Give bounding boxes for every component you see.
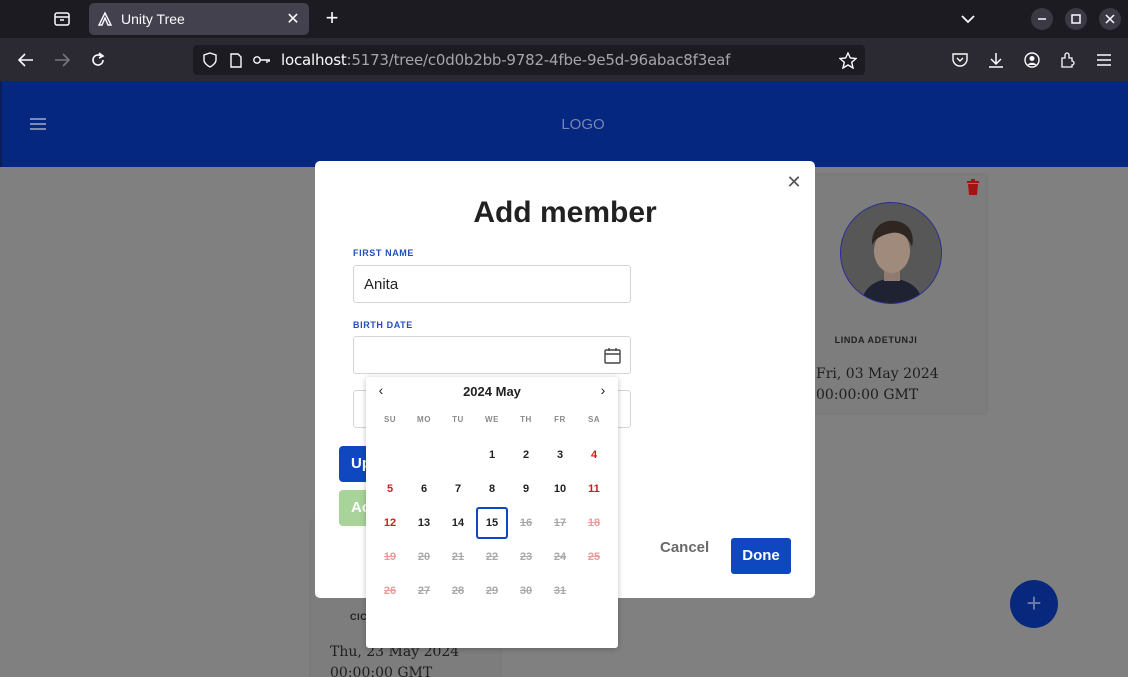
calendar-day: 29	[485, 585, 499, 597]
calendar-day[interactable]: 10	[544, 473, 576, 505]
modal-title: Add member	[473, 196, 657, 229]
calendar-day: 30	[519, 585, 533, 597]
weekday-header: MO	[417, 415, 431, 424]
calendar-day: 27	[417, 585, 431, 597]
member-avatar	[840, 202, 942, 304]
browser-tab[interactable]: Unity Tree ✕	[89, 3, 309, 35]
calendar-day: 18	[587, 517, 601, 529]
tab-overflow-chevron-icon[interactable]	[956, 7, 980, 31]
calendar-month-year: 2024 May	[463, 384, 521, 399]
birth-date-label: BIRTH DATE	[353, 320, 413, 330]
forward-icon[interactable]	[50, 48, 74, 72]
calendar-day[interactable]: 12	[374, 507, 406, 539]
tab-favicon-icon	[97, 11, 113, 26]
weekday-header: TH	[520, 415, 532, 424]
weekday-header: SU	[383, 415, 397, 424]
calendar-day[interactable]: 2	[510, 439, 542, 471]
delete-trash-icon[interactable]	[966, 179, 980, 195]
member-card-right[interactable]: LINDA ADETUNJI Fri, 03 May 2024 00:00:00…	[786, 175, 986, 413]
bookmark-star-icon[interactable]	[838, 50, 858, 70]
done-button[interactable]: Done	[731, 538, 791, 574]
extensions-icon[interactable]	[1056, 48, 1080, 72]
page-icon[interactable]	[227, 51, 245, 69]
weekday-header: TU	[452, 415, 464, 424]
page-content: LOGO LINDA ADETUNJI Fri, 03 May 2024 00:…	[0, 81, 1128, 677]
calendar-day: 21	[451, 551, 465, 563]
first-name-label: FIRST NAME	[353, 248, 414, 258]
maximize-icon[interactable]	[1065, 8, 1087, 30]
calendar-day: 24	[553, 551, 567, 563]
calendar-day[interactable]: 13	[408, 507, 440, 539]
url-bar[interactable]: localhost:5173/tree/c0d0b2bb-9782-4fbe-9…	[193, 45, 865, 75]
calendar-day[interactable]: 4	[578, 439, 610, 471]
close-window-icon[interactable]	[1099, 8, 1121, 30]
calendar-day: 25	[587, 551, 601, 563]
close-modal-icon[interactable]: ✕	[786, 173, 802, 191]
shield-icon[interactable]	[201, 51, 219, 69]
key-icon[interactable]	[253, 51, 271, 69]
calendar-day: 19	[383, 551, 397, 563]
account-icon[interactable]	[1020, 48, 1044, 72]
member-date-line2: 00:00:00 GMT	[330, 665, 433, 677]
weekday-header: FR	[554, 415, 566, 424]
app-logo: LOGO	[561, 116, 605, 133]
calendar-day[interactable]: 15	[476, 507, 508, 539]
calendar-day[interactable]: 11	[578, 473, 610, 505]
minimize-icon[interactable]	[1031, 8, 1053, 30]
calendar-day: 16	[519, 517, 533, 529]
member-date-line2: 00:00:00 GMT	[816, 387, 919, 403]
browser-tab-bar: Unity Tree ✕ +	[0, 0, 1128, 38]
first-name-input[interactable]: Anita	[353, 265, 631, 303]
next-month-icon[interactable]: ›	[595, 382, 611, 398]
pocket-icon[interactable]	[948, 48, 972, 72]
member-name: CIC	[350, 612, 368, 622]
add-member-fab[interactable]: +	[1010, 580, 1058, 628]
first-name-value: Anita	[364, 275, 399, 293]
back-icon[interactable]	[14, 48, 38, 72]
calendar-day[interactable]: 7	[442, 473, 474, 505]
calendar-day: 26	[383, 585, 397, 597]
calendar-icon[interactable]	[604, 347, 621, 364]
birth-date-input[interactable]	[353, 336, 631, 374]
calendar-day: 28	[451, 585, 465, 597]
calendar-day[interactable]: 9	[510, 473, 542, 505]
url-text[interactable]: localhost:5173/tree/c0d0b2bb-9782-4fbe-9…	[281, 51, 838, 69]
reload-icon[interactable]	[86, 48, 110, 72]
close-tab-icon[interactable]: ✕	[281, 7, 305, 31]
weekday-header: WE	[485, 415, 499, 424]
tab-list-icon[interactable]	[51, 8, 73, 30]
calendar-day[interactable]: 5	[374, 473, 406, 505]
date-picker-popup: ‹ 2024 May › SU MO TU WE TH FR SA 1 2 3 4 5 6 7 8 9 10 1…	[366, 377, 618, 648]
weekday-header: SA	[587, 415, 601, 424]
downloads-icon[interactable]	[984, 48, 1008, 72]
calendar-day[interactable]: 6	[408, 473, 440, 505]
new-tab-icon[interactable]: +	[320, 7, 344, 31]
calendar-day: 17	[553, 517, 567, 529]
calendar-day: 23	[519, 551, 533, 563]
calendar-day[interactable]: 3	[544, 439, 576, 471]
member-date-line1: Fri, 03 May 2024	[816, 366, 939, 382]
calendar-day: 22	[485, 551, 499, 563]
app-header: LOGO	[0, 81, 1128, 167]
calendar-day: 20	[417, 551, 431, 563]
calendar-day[interactable]: 8	[476, 473, 508, 505]
menu-icon[interactable]	[1092, 48, 1116, 72]
browser-nav-bar: localhost:5173/tree/c0d0b2bb-9782-4fbe-9…	[0, 38, 1128, 81]
tab-title: Unity Tree	[121, 11, 185, 27]
calendar-day[interactable]: 14	[442, 507, 474, 539]
cancel-button[interactable]: Cancel	[660, 539, 709, 556]
calendar-day: 31	[553, 585, 567, 597]
calendar-day[interactable]: 1	[476, 439, 508, 471]
